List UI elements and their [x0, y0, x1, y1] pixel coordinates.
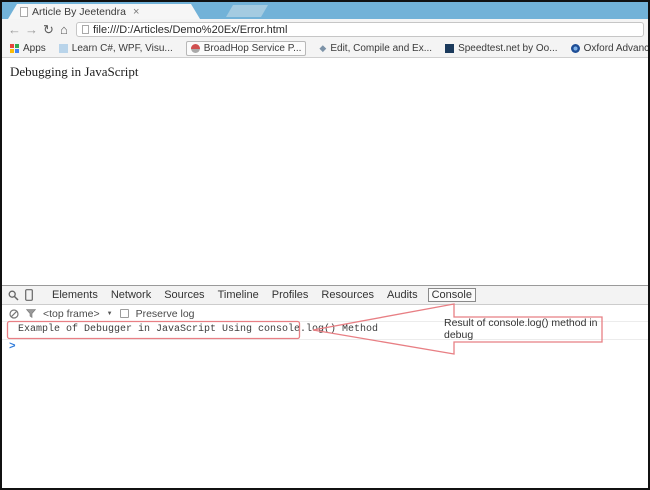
- bookmark-favicon-icon: [570, 44, 580, 53]
- device-mode-icon[interactable]: [25, 289, 33, 301]
- address-bar[interactable]: file:///D:/Articles/Demo%20Ex/Error.html: [76, 22, 644, 37]
- back-icon[interactable]: ←: [8, 21, 21, 38]
- bookmark-learn-csharp[interactable]: Learn C#, WPF, Visu...: [58, 43, 173, 54]
- devtools-tab-console[interactable]: Console: [427, 288, 476, 302]
- bookmark-apps[interactable]: Apps: [10, 43, 46, 54]
- reload-icon[interactable]: ↻: [43, 21, 54, 38]
- page-content: Debugging in JavaScript: [2, 59, 648, 285]
- annotation-text: Result of console.log() method in debug: [444, 317, 598, 341]
- devtools-tab-elements[interactable]: Elements: [52, 289, 98, 301]
- apps-grid-icon: [10, 44, 19, 53]
- bookmark-edit-compile[interactable]: ◆ Edit, Compile and Ex...: [319, 43, 432, 54]
- tab-title: Article By Jeetendra: [32, 5, 126, 18]
- page-icon: [82, 25, 89, 34]
- close-tab-icon[interactable]: ×: [133, 7, 139, 17]
- forward-icon[interactable]: →: [25, 21, 38, 38]
- bookmark-favicon-icon: [445, 44, 455, 53]
- devtools-tab-resources[interactable]: Resources: [321, 289, 374, 301]
- bookmark-label: Speedtest.net by Oo...: [458, 43, 558, 54]
- devtools-tab-audits[interactable]: Audits: [387, 289, 418, 301]
- navigation-toolbar: ← → ↻ ⌂ file:///D:/Articles/Demo%20Ex/Er…: [2, 19, 648, 40]
- tab-strip: Article By Jeetendra ×: [2, 2, 648, 19]
- page-favicon-icon: [20, 7, 28, 17]
- bookmark-favicon-icon: [190, 44, 200, 53]
- devtools-tab-network[interactable]: Network: [111, 289, 151, 301]
- devtools-tab-sources[interactable]: Sources: [164, 289, 204, 301]
- preserve-log-checkbox[interactable]: [119, 309, 129, 318]
- browser-window: Article By Jeetendra × ← → ↻ ⌂ file:///D…: [0, 0, 650, 490]
- bookmark-label: Apps: [23, 43, 46, 54]
- chevron-down-icon[interactable]: ▼: [107, 311, 113, 317]
- clear-console-icon[interactable]: [9, 308, 19, 319]
- browser-tab[interactable]: Article By Jeetendra ×: [8, 4, 200, 19]
- devtools-tab-profiles[interactable]: Profiles: [272, 289, 309, 301]
- page-heading: Debugging in JavaScript: [10, 64, 139, 79]
- bookmark-oxford[interactable]: Oxford Advanced Le...: [570, 43, 650, 54]
- new-tab-button[interactable]: [226, 5, 268, 17]
- bookmark-label: Edit, Compile and Ex...: [330, 43, 433, 54]
- inspect-element-icon[interactable]: [8, 290, 19, 301]
- bookmark-label: Learn C#, WPF, Visu...: [71, 43, 173, 54]
- bookmark-label: BroadHop Service P...: [203, 43, 302, 54]
- bookmark-speedtest[interactable]: Speedtest.net by Oo...: [445, 43, 558, 54]
- filter-icon[interactable]: [26, 309, 36, 318]
- console-prompt[interactable]: >: [9, 341, 16, 353]
- bookmark-broadhop[interactable]: BroadHop Service P...: [185, 41, 307, 56]
- home-icon[interactable]: ⌂: [60, 21, 68, 38]
- devtools-tab-timeline[interactable]: Timeline: [218, 289, 259, 301]
- diamond-icon: ◆: [319, 43, 327, 53]
- preserve-log-label: Preserve log: [135, 307, 195, 320]
- bookmark-favicon-icon: [58, 44, 68, 53]
- console-log-message: Example of Debugger in JavaScript Using …: [18, 324, 379, 335]
- bookmarks-bar: Apps Learn C#, WPF, Visu... BroadHop Ser…: [2, 40, 648, 58]
- devtools-tabbar: Elements Network Sources Timeline Profil…: [2, 285, 648, 305]
- url-text: file:///D:/Articles/Demo%20Ex/Error.html: [93, 23, 288, 36]
- bookmark-label: Oxford Advanced Le...: [583, 43, 650, 54]
- frame-selector[interactable]: <top frame>: [43, 308, 100, 320]
